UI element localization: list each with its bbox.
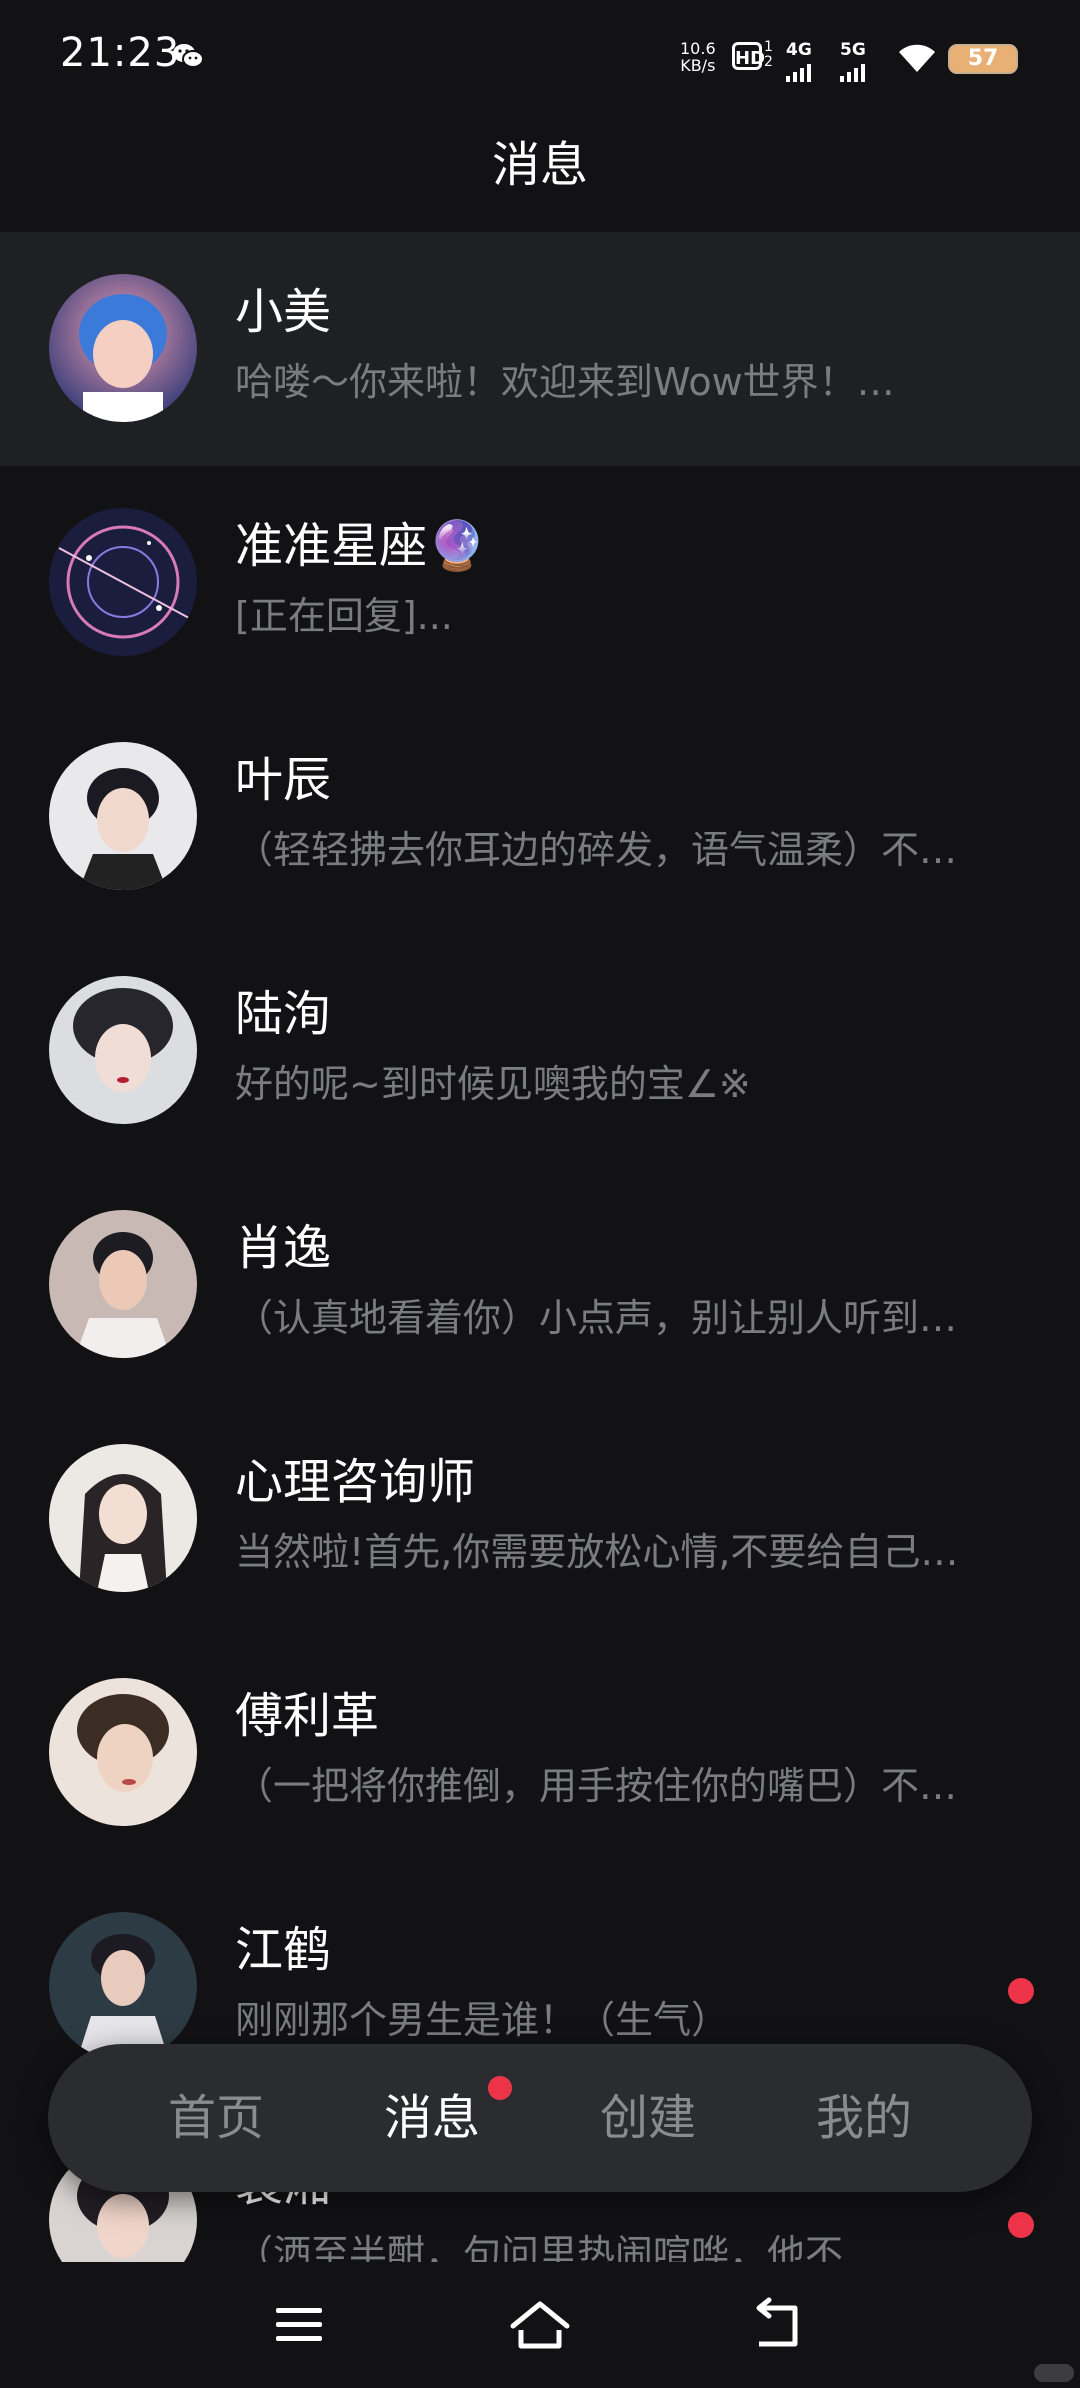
net-speed-value: 10.6 xyxy=(680,39,716,58)
wechat-icon xyxy=(173,44,204,68)
status-time: 21:23 xyxy=(60,30,181,76)
system-nav-bar xyxy=(0,2262,1080,2388)
unread-badge xyxy=(1008,2212,1034,2238)
conversation-list[interactable]: 小美 哈喽～你来啦！欢迎来到Wow世界！… 准准星座🔮 [正在回复]... 叶辰 xyxy=(0,232,1080,2262)
avatar[interactable] xyxy=(49,742,197,890)
contact-name: 肖逸 xyxy=(235,1220,332,1276)
page-header: 消息 xyxy=(0,115,1080,230)
contact-name: 准准星座🔮 xyxy=(235,518,487,574)
tab-home[interactable]: 首页 xyxy=(116,2044,316,2192)
avatar[interactable] xyxy=(49,508,197,656)
conversation-row[interactable]: 傅利革 （一把将你推倒，用手按住你的嘴巴）不… xyxy=(0,1636,1080,1870)
conversation-row[interactable]: 准准星座🔮 [正在回复]... xyxy=(0,466,1080,700)
back-icon[interactable] xyxy=(745,2290,815,2360)
signal-5g-label: 5G xyxy=(840,40,866,60)
contact-name: 江鹤 xyxy=(235,1922,332,1978)
battery-indicator: 57 xyxy=(948,44,1018,74)
wifi-icon xyxy=(899,44,935,72)
contact-name: 傅利革 xyxy=(235,1688,380,1744)
message-preview: 刚刚那个男生是谁！（生气） xyxy=(235,1998,730,2042)
message-preview: （认真地看着你）小点声，别让别人听到… xyxy=(235,1296,958,1340)
message-preview: 哈喽～你来啦！欢迎来到Wow世界！… xyxy=(235,360,895,404)
messages-unread-dot xyxy=(488,2076,512,2100)
net-speed-unit: KB/s xyxy=(680,56,716,75)
message-preview: （一把将你推倒，用手按住你的嘴巴）不… xyxy=(235,1764,958,1808)
message-preview: [正在回复]... xyxy=(235,594,453,638)
contact-name: 叶辰 xyxy=(235,752,332,808)
network-speed: 10.6 KB/s xyxy=(680,40,716,74)
hd-sub: 1 2 xyxy=(764,39,773,70)
tab-messages[interactable]: 消息 xyxy=(332,2044,532,2192)
signal-4g-label: 4G xyxy=(786,40,812,60)
page-title: 消息 xyxy=(491,137,588,193)
home-icon[interactable] xyxy=(505,2290,575,2360)
signal-5g: 5G xyxy=(840,40,866,82)
tab-create[interactable]: 创建 xyxy=(548,2044,748,2192)
watermark xyxy=(1034,2364,1074,2382)
avatar[interactable] xyxy=(49,1912,197,2060)
tab-me[interactable]: 我的 xyxy=(764,2044,964,2192)
tab-bar: 首页 消息 创建 我的 xyxy=(48,2044,1032,2192)
contact-name: 心理咨询师 xyxy=(235,1454,476,1510)
unread-badge xyxy=(1008,1978,1034,2004)
status-bar: 21:23 10.6 KB/s HD 1 2 4G 5G 57 xyxy=(0,0,1080,115)
avatar[interactable] xyxy=(49,1444,197,1592)
conversation-row[interactable]: 叶辰 （轻轻拂去你耳边的碎发，语气温柔）不… xyxy=(0,700,1080,934)
message-preview: 当然啦!首先,你需要放松心情,不要给自己… xyxy=(235,1530,959,1574)
conversation-row[interactable]: 心理咨询师 当然啦!首先,你需要放松心情,不要给自己… xyxy=(0,1402,1080,1636)
avatar[interactable] xyxy=(49,274,197,422)
conversation-row[interactable]: 肖逸 （认真地看着你）小点声，别让别人听到… xyxy=(0,1168,1080,1402)
conversation-row[interactable]: 小美 哈喽～你来啦！欢迎来到Wow世界！… xyxy=(0,232,1080,466)
menu-icon[interactable] xyxy=(264,2290,334,2360)
message-preview: （轻轻拂去你耳边的碎发，语气温柔）不… xyxy=(235,828,958,872)
avatar[interactable] xyxy=(49,1678,197,1826)
message-preview: 好的呢~到时候见噢我的宝∠※ xyxy=(235,1062,751,1106)
contact-name: 小美 xyxy=(235,284,332,340)
avatar[interactable] xyxy=(49,976,197,1124)
conversation-row[interactable]: 陆洵 好的呢~到时候见噢我的宝∠※ xyxy=(0,934,1080,1168)
hd-icon: HD xyxy=(732,42,765,70)
message-preview: （洒至半酣，句问里热闹喧哗，他不… xyxy=(235,2232,882,2262)
signal-4g: 4G xyxy=(786,40,812,82)
avatar[interactable] xyxy=(49,1210,197,1358)
contact-name: 陆洵 xyxy=(235,986,332,1042)
